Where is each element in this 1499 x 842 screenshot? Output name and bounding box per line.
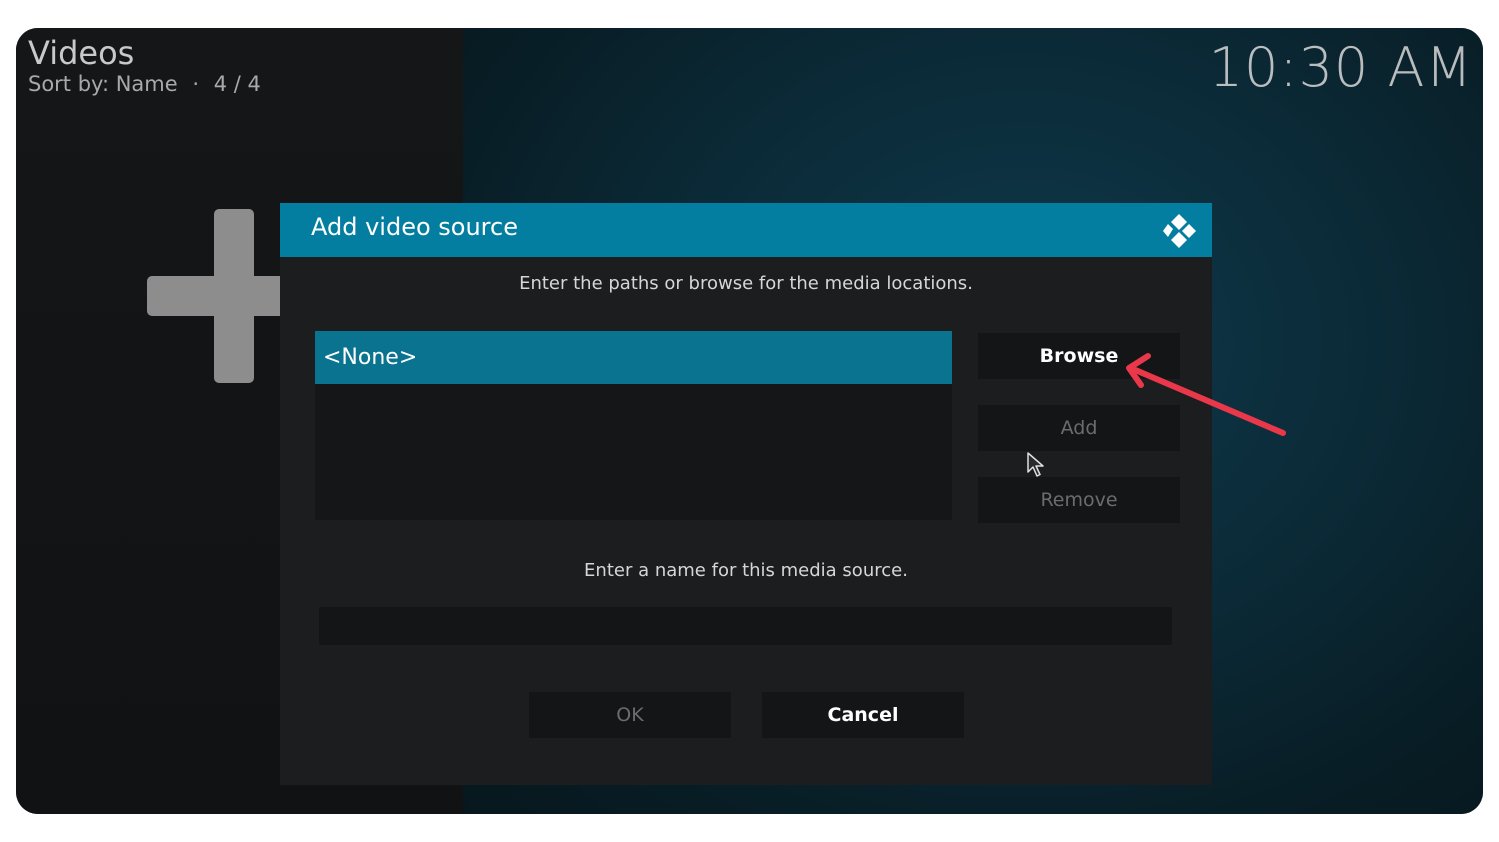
ok-button[interactable]: OK <box>529 692 731 738</box>
path-list-item[interactable]: <None> <box>315 331 952 384</box>
mouse-cursor-icon <box>1027 452 1044 477</box>
dialog-header: Add video source <box>280 203 1212 257</box>
kodi-logo-icon <box>1163 214 1196 248</box>
sort-info: Sort by: Name · 4 / 4 <box>28 72 261 96</box>
item-count: 4 / 4 <box>213 72 261 96</box>
cancel-button[interactable]: Cancel <box>762 692 964 738</box>
name-prompt: Enter a name for this media source. <box>584 560 908 581</box>
sort-separator: · <box>192 72 200 96</box>
page-title: Videos <box>28 34 135 72</box>
path-list[interactable]: <None> <box>315 331 952 520</box>
remove-button[interactable]: Remove <box>978 477 1180 523</box>
paths-prompt: Enter the paths or browse for the media … <box>519 273 973 294</box>
clock: 10:30 AM <box>1208 36 1473 99</box>
kodi-screen: Videos Sort by: Name · 4 / 4 10:30 AM Ad… <box>16 28 1483 814</box>
add-video-source-dialog: Add video source Enter the paths or brow… <box>280 203 1212 785</box>
add-button[interactable]: Add <box>978 405 1180 451</box>
browse-button[interactable]: Browse <box>978 333 1180 379</box>
dialog-title: Add video source <box>311 213 518 241</box>
source-name-input[interactable] <box>319 607 1172 645</box>
sort-label: Sort by: Name <box>28 72 178 96</box>
